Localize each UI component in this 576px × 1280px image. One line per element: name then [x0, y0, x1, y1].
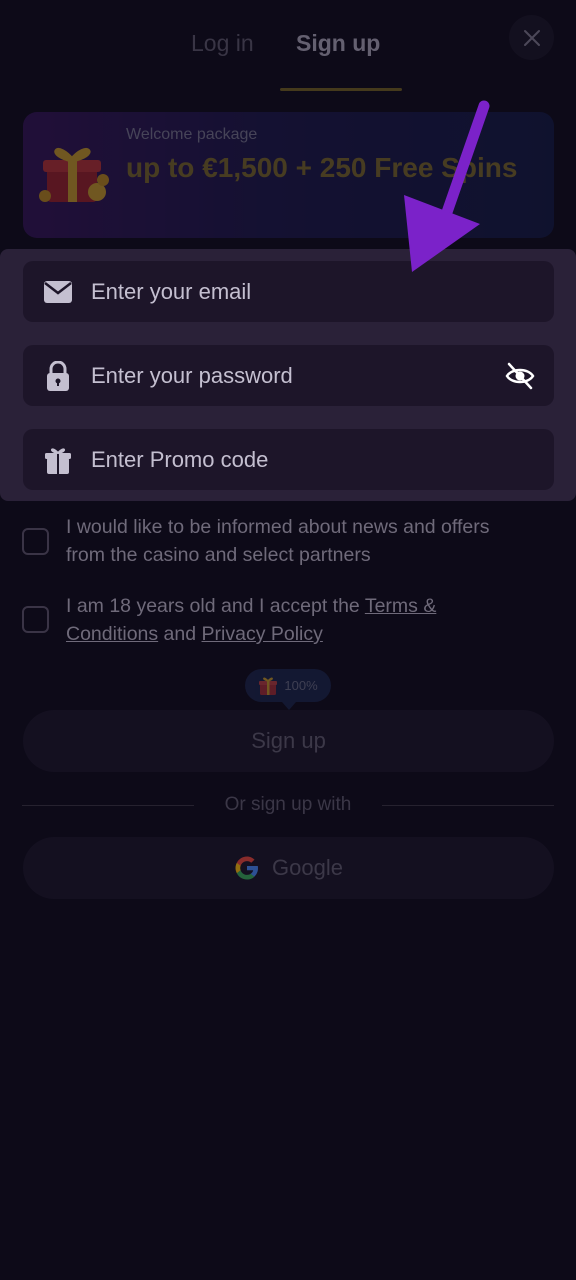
banner-kicker: Welcome package [126, 126, 258, 143]
promo-input[interactable] [91, 446, 471, 473]
google-button-label: Google [272, 855, 343, 880]
auth-tabs: Log in Sign up [0, 0, 576, 92]
age-consent-and: and [158, 623, 202, 645]
age-consent-checkbox[interactable] [22, 606, 49, 633]
welcome-banner[interactable]: Welcome package up to €1,500 + 250 Free … [23, 112, 554, 238]
lock-icon [43, 360, 73, 391]
close-button[interactable] [509, 15, 554, 60]
age-consent-prefix: I am 18 years old and I accept the [66, 595, 365, 617]
age-consent-label: I am 18 years old and I accept the Terms… [66, 592, 526, 648]
active-tab-indicator [280, 88, 402, 91]
close-icon [523, 29, 540, 46]
password-input[interactable] [91, 362, 471, 389]
bonus-badge: 100% [245, 669, 331, 710]
divider-right [382, 805, 554, 806]
envelope-icon [43, 277, 73, 307]
tab-signup[interactable]: Sign up [296, 30, 380, 57]
email-field[interactable] [23, 261, 554, 322]
banner-headline: up to €1,500 + 250 Free Spins [126, 152, 518, 183]
eye-off-icon[interactable] [504, 360, 536, 392]
gift-box-icon [39, 148, 109, 202]
promo-field[interactable] [23, 429, 554, 490]
email-input[interactable] [91, 278, 471, 305]
news-consent-label: I would like to be informed about news a… [66, 516, 490, 566]
gift-icon [43, 445, 73, 475]
tab-login[interactable]: Log in [191, 30, 254, 57]
bonus-percentage: 100% [284, 678, 318, 693]
privacy-link[interactable]: Privacy Policy [202, 623, 323, 645]
signup-form [0, 249, 576, 501]
google-signup-button[interactable]: Google [23, 837, 554, 899]
gift-icon [259, 677, 278, 695]
signup-button[interactable]: Sign up [23, 710, 554, 772]
news-consent-checkbox[interactable] [22, 528, 49, 555]
password-field[interactable] [23, 345, 554, 406]
google-icon [235, 856, 259, 880]
